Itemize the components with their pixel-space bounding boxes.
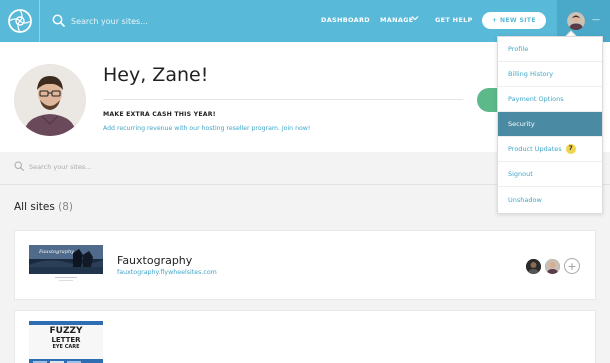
site-card[interactable]: Fauxtography Fauxtography fauxtography.f… — [14, 230, 596, 300]
reseller-program-link[interactable]: Add recurring revenue with our hosting r… — [103, 125, 310, 132]
header-search-input[interactable] — [71, 12, 271, 30]
sites-count: (8) — [58, 201, 74, 213]
thumb-line: FUZZY — [49, 326, 83, 336]
menu-item-label: Signout — [508, 170, 533, 178]
site-card[interactable]: FUZZY LETTER EYE CARE — [14, 310, 596, 363]
nav-dashboard[interactable]: DASHBOARD — [321, 16, 370, 24]
menu-item-unshadow[interactable]: Unshadow — [498, 187, 602, 212]
chevron-down-icon[interactable] — [411, 14, 419, 23]
thumb-line: EYE CARE — [52, 344, 80, 350]
site-thumbnail-text: FUZZY LETTER EYE CARE — [29, 326, 103, 351]
menu-item-label: Security — [508, 120, 535, 128]
page-title: Hey, Zane! — [103, 64, 209, 86]
sites-heading: All sites (8) — [14, 201, 73, 213]
menu-item-label: Payment Options — [508, 95, 564, 103]
user-avatar[interactable] — [567, 12, 585, 30]
menu-item-profile[interactable]: Profile — [498, 37, 602, 62]
menu-item-label: Profile — [508, 45, 529, 53]
divider — [103, 99, 463, 100]
site-name[interactable]: Fauxtography — [117, 254, 192, 267]
thumb-line: LETTER — [51, 336, 81, 344]
menu-item-payment-options[interactable]: Payment Options — [498, 87, 602, 112]
promo-title: MAKE EXTRA CASH THIS YEAR! — [103, 111, 216, 118]
menu-item-label: Billing History — [508, 70, 554, 78]
collaborator-avatar[interactable] — [526, 259, 541, 274]
site-thumbnail[interactable]: Fauxtography — [29, 245, 103, 286]
notification-badge: 7 — [565, 144, 576, 154]
search-icon — [14, 161, 24, 171]
nav-get-help[interactable]: GET HELP — [435, 16, 473, 24]
new-site-button[interactable]: + NEW SITE — [482, 12, 546, 29]
profile-avatar — [14, 64, 86, 136]
collaborator-avatar[interactable] — [545, 259, 560, 274]
menu-item-label: Unshadow — [508, 195, 542, 204]
site-url-link[interactable]: fauxtography.flywheelsites.com — [117, 269, 217, 276]
search-icon — [52, 14, 65, 27]
menu-item-billing-history[interactable]: Billing History — [498, 62, 602, 87]
sites-search-input[interactable] — [29, 160, 229, 173]
menu-dash-icon[interactable]: — — [592, 15, 600, 24]
flywheel-logo-icon — [7, 9, 32, 33]
add-collaborator-button[interactable]: + — [564, 258, 580, 274]
flywheel-logo[interactable] — [0, 0, 40, 42]
nav-manage[interactable]: MANAGE — [380, 16, 414, 24]
menu-item-product-updates[interactable]: Product Updates 7 — [498, 137, 602, 162]
menu-item-label: Product Updates — [508, 145, 562, 153]
sites-heading-label: All sites — [14, 201, 55, 213]
svg-text:Fauxtography: Fauxtography — [38, 249, 74, 255]
menu-item-signout[interactable]: Signout — [498, 162, 602, 187]
user-dropdown-menu: Profile Billing History Payment Options … — [497, 36, 603, 214]
menu-item-security[interactable]: Security — [498, 112, 602, 137]
